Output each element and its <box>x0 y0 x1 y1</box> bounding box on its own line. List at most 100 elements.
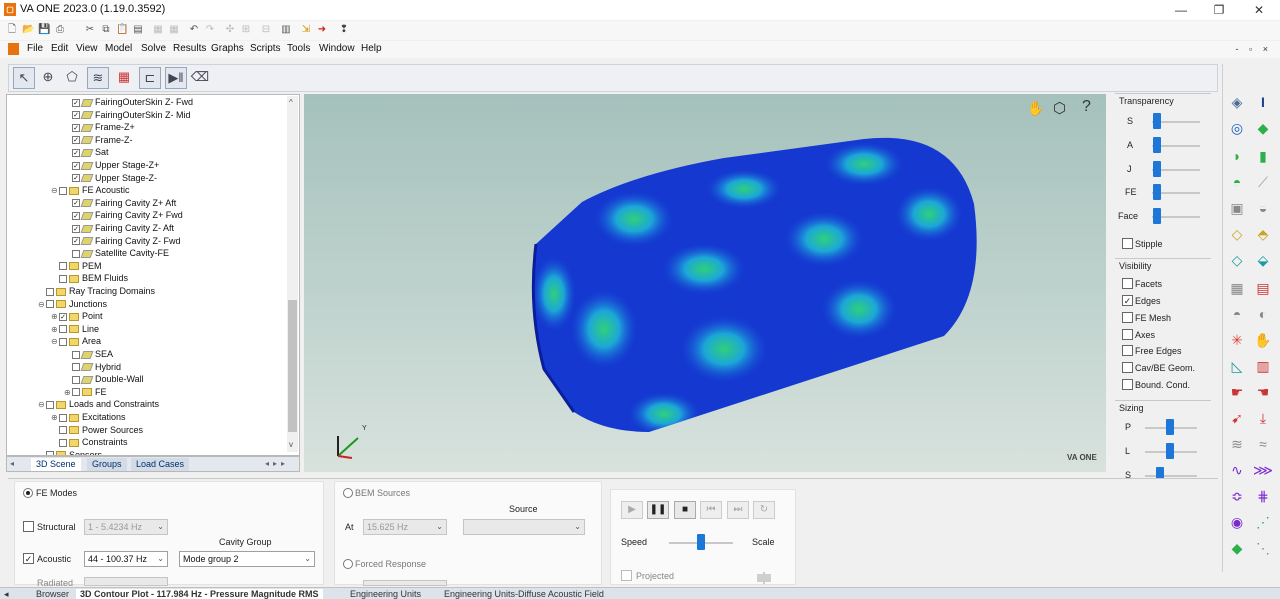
cavity-group-select[interactable]: Mode group 2 ⌄ <box>179 551 315 567</box>
dome-icon[interactable]: ◓ <box>1227 172 1247 192</box>
menu-graphs[interactable]: Graphs <box>211 43 244 54</box>
menu-tools[interactable]: Tools <box>287 43 310 54</box>
maximize-icon[interactable]: ❐ <box>1204 2 1234 18</box>
bound-cond-checkbox[interactable] <box>1122 379 1133 390</box>
hand-force2-icon[interactable]: ☚ <box>1253 382 1273 402</box>
loop-icon[interactable]: ↻ <box>753 501 775 519</box>
free-edges-checkbox[interactable] <box>1122 345 1133 356</box>
expander-icon[interactable]: ⊖ <box>51 185 59 197</box>
minimize-icon[interactable]: — <box>1166 2 1196 18</box>
menu-edit[interactable]: Edit <box>51 43 68 54</box>
spread-icon[interactable]: ⋰ <box>1253 512 1273 532</box>
axes-checkbox[interactable] <box>1122 329 1133 340</box>
tree-checkbox[interactable]: ✓ <box>59 312 67 321</box>
tree-checkbox[interactable]: ✓ <box>72 212 80 221</box>
tree-checkbox[interactable] <box>46 287 54 296</box>
bem-sources-radio[interactable] <box>343 488 353 498</box>
cut-icon[interactable]: ✂ <box>84 24 96 36</box>
cav-be-geom-checkbox[interactable] <box>1122 362 1133 373</box>
menu-results[interactable]: Results <box>173 43 206 54</box>
flat-plate-icon[interactable]: ◇ <box>1227 224 1247 244</box>
tree-row[interactable]: Power Sources <box>51 424 143 436</box>
acoustic-plate-icon[interactable]: ◇ <box>1227 250 1247 270</box>
cube-icon[interactable]: ▣ <box>1227 198 1247 218</box>
tree-checkbox[interactable] <box>72 249 80 258</box>
projected-checkbox[interactable] <box>621 570 632 581</box>
tree-row[interactable]: Satellite Cavity-FE <box>64 247 169 259</box>
menu-help[interactable]: Help <box>361 43 382 54</box>
transparency-j-thumb[interactable] <box>1153 161 1161 177</box>
dome-grid-icon[interactable]: ◓ <box>1227 304 1247 324</box>
tree-checkbox[interactable]: ✓ <box>72 98 80 107</box>
structural-checkbox[interactable] <box>23 521 34 532</box>
transparency-a-thumb[interactable] <box>1153 137 1161 153</box>
speaker-icon[interactable]: ◺ <box>1227 356 1247 376</box>
doc-tab-3d-contour-plot[interactable]: 3D Contour Plot - 117.984 Hz - Pressure … <box>76 589 323 599</box>
select-pointer-icon[interactable]: ↖ <box>13 67 35 89</box>
tree-row[interactable]: Hybrid <box>64 361 121 373</box>
tree-row[interactable]: BEM Fluids <box>51 272 128 284</box>
expander-icon[interactable]: ⊕ <box>51 324 59 336</box>
copy-icon[interactable]: ⧉ <box>100 24 112 36</box>
tree-row[interactable]: ✓ Fairing Cavity Z+ Aft <box>64 197 176 209</box>
tree-checkbox[interactable]: ✓ <box>72 161 80 170</box>
tree-checkbox[interactable] <box>59 426 67 435</box>
plate-icon[interactable]: ◆ <box>1253 118 1273 138</box>
box-grid-icon[interactable]: ▦ <box>1227 278 1247 298</box>
expander-icon[interactable]: ⊕ <box>64 387 72 399</box>
mdi-window-controls[interactable]: - ▫ × <box>1236 44 1272 54</box>
menu-solve[interactable]: Solve <box>141 43 166 54</box>
red-box-icon[interactable]: ▤ <box>1253 278 1273 298</box>
tree-checkbox[interactable]: ✓ <box>72 224 80 233</box>
wave-icon[interactable]: ∿ <box>1227 460 1247 480</box>
tree-checkbox[interactable]: ✓ <box>72 149 80 158</box>
tree-row[interactable]: ⊕ Line <box>51 323 99 335</box>
tool-icon[interactable]: ✣ <box>224 24 236 36</box>
point-source-icon[interactable]: ✳ <box>1227 330 1247 350</box>
expander-icon[interactable]: ⊕ <box>51 311 59 323</box>
clipboard-icon[interactable]: ▤ <box>132 24 144 36</box>
tree-checkbox[interactable]: ✓ <box>72 199 80 208</box>
expander-icon[interactable]: ⊖ <box>38 399 46 411</box>
help-icon[interactable]: ❢ <box>338 24 350 36</box>
calculator-icon[interactable]: ▥ <box>280 24 292 36</box>
ring-icon[interactable]: ◎ <box>1227 118 1247 138</box>
edges-checkbox[interactable]: ✓ <box>1122 295 1133 306</box>
tree-row[interactable]: ✓ FairingOuterSkin Z- Mid <box>64 109 191 121</box>
tree-row[interactable]: ⊖ FE Acoustic <box>51 184 130 196</box>
doc-tab-browser[interactable]: Browser <box>36 589 69 599</box>
menu-view[interactable]: View <box>76 43 98 54</box>
junction-plate-icon[interactable]: ⬘ <box>1253 224 1273 244</box>
tab-groups[interactable]: Groups <box>87 458 127 471</box>
menu-window[interactable]: Window <box>319 43 355 54</box>
at-frequency-select[interactable]: 15.625 Hz ⌄ <box>363 519 447 535</box>
tree-row[interactable]: ✓ FairingOuterSkin Z- Fwd <box>64 96 193 108</box>
sizing-l-thumb[interactable] <box>1166 443 1174 459</box>
cylinder-icon[interactable]: ▮ <box>1253 146 1273 166</box>
tree-row[interactable]: Double-Wall <box>64 373 144 385</box>
grid-icon[interactable]: ▦ <box>152 24 164 36</box>
tree-checkbox[interactable] <box>59 413 67 422</box>
tree-checkbox[interactable]: ✓ <box>72 136 80 145</box>
acoustic-checkbox[interactable]: ✓ <box>23 553 34 564</box>
tree-checkbox[interactable] <box>72 363 80 372</box>
acoustic-plate2-icon[interactable]: ⬙ <box>1253 250 1273 270</box>
fe-modes-radio[interactable] <box>23 488 33 498</box>
stipple-checkbox[interactable] <box>1122 238 1133 249</box>
tree-row[interactable]: ⊕ FE <box>64 386 107 398</box>
load-arrow-icon[interactable]: ➹ <box>1227 408 1247 428</box>
tree-checkbox[interactable] <box>59 438 67 447</box>
play-icon[interactable]: ▶ <box>621 501 643 519</box>
load-down-icon[interactable]: ⤓ <box>1253 408 1273 428</box>
half-shell-icon[interactable]: ◐ <box>1253 304 1273 324</box>
menu-file[interactable]: File <box>27 43 43 54</box>
scale-slider-thumb[interactable] <box>757 574 771 582</box>
stop-icon[interactable]: ■ <box>674 501 696 519</box>
mesh-icon[interactable]: ⬠ <box>61 67 83 89</box>
print-icon[interactable]: ⎙ <box>54 24 66 36</box>
tree-row[interactable]: Constraints <box>51 436 128 448</box>
hand-icon[interactable]: ✋ <box>1253 330 1273 350</box>
step-forward-icon[interactable]: ⏭ <box>727 501 749 519</box>
tab-scroll-left-icon[interactable]: ◂ <box>10 459 14 468</box>
wave4-icon[interactable]: ⋕ <box>1253 486 1273 506</box>
